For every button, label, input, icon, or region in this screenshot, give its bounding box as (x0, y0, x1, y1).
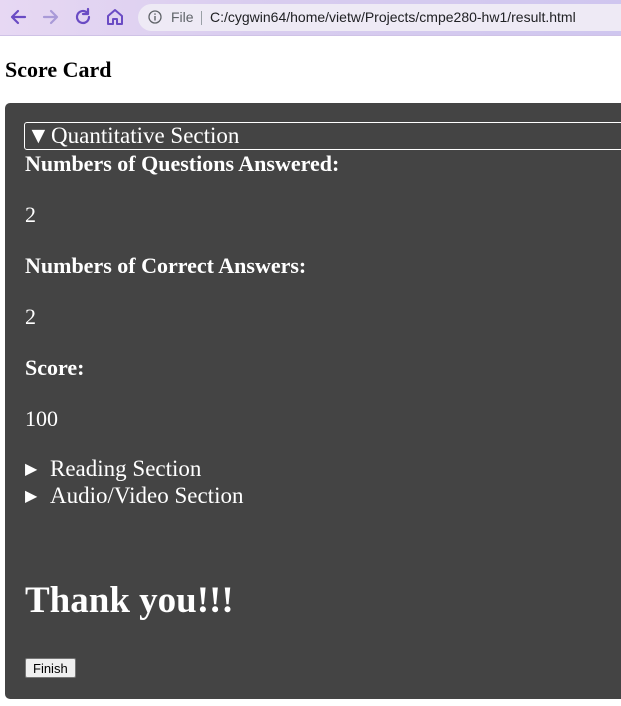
file-scheme-label: File (171, 9, 194, 25)
score-label: Score: (25, 355, 85, 380)
forward-arrow-icon[interactable] (38, 5, 62, 29)
finish-button[interactable]: Finish (25, 658, 76, 678)
browser-toolbar: File C:/cygwin64/home/vietw/Projects/cmp… (0, 0, 621, 36)
audio-video-section-title: Audio/Video Section (50, 483, 244, 508)
questions-answered-label: Numbers of Questions Answered: (25, 151, 340, 176)
thank-you-heading: Thank you!!! (25, 580, 234, 621)
expanded-triangle-icon: ▼ (27, 123, 50, 148)
quantitative-section-title: Quantitative Section (51, 123, 240, 148)
back-arrow-icon[interactable] (7, 5, 31, 29)
collapsed-triangle-icon: ▶ (25, 461, 38, 478)
collapsed-triangle-icon: ▶ (25, 488, 38, 505)
address-bar[interactable]: File C:/cygwin64/home/vietw/Projects/cmp… (138, 4, 621, 31)
info-icon[interactable] (148, 10, 162, 24)
page-title: Score Card (5, 57, 112, 82)
score-value: 100 (25, 406, 58, 431)
url-text[interactable]: C:/cygwin64/home/vietw/Projects/cmpe280-… (210, 9, 576, 25)
correct-answers-label: Numbers of Correct Answers: (25, 253, 307, 278)
reload-icon[interactable] (71, 5, 95, 29)
reading-section-title: Reading Section (50, 456, 202, 481)
quantitative-section-summary[interactable]: ▼Quantitative Section (24, 122, 621, 150)
score-card-panel: ▼Quantitative Section Numbers of Questio… (5, 103, 621, 699)
address-separator (201, 11, 202, 25)
questions-answered-value: 2 (25, 202, 36, 227)
reading-section-summary[interactable]: ▶ Reading Section (25, 456, 201, 482)
audio-video-section-summary[interactable]: ▶ Audio/Video Section (25, 483, 243, 509)
correct-answers-value: 2 (25, 304, 36, 329)
home-icon[interactable] (103, 5, 127, 29)
